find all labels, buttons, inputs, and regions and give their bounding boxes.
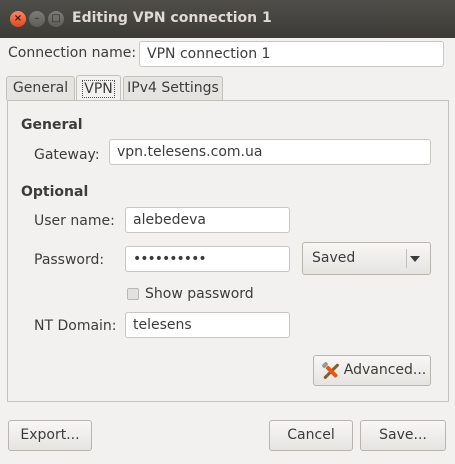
- tab-ipv4-settings[interactable]: IPv4 Settings: [123, 76, 223, 100]
- combo-separator: [406, 249, 407, 268]
- gateway-input[interactable]: vpn.telesens.com.ua: [109, 139, 431, 165]
- connection-name-input[interactable]: VPN connection 1: [139, 41, 444, 67]
- username-input[interactable]: alebedeva: [125, 207, 290, 233]
- chevron-down-icon: [410, 256, 420, 262]
- password-label: Password:: [34, 252, 105, 268]
- connection-name-label: Connection name:: [8, 45, 137, 61]
- window-title: Editing VPN connection 1: [72, 10, 272, 26]
- minimize-icon[interactable]: –: [29, 11, 45, 27]
- show-password-label[interactable]: Show password: [145, 286, 254, 302]
- general-heading: General: [21, 117, 83, 133]
- ntdomain-input[interactable]: telesens: [125, 312, 290, 338]
- ntdomain-label: NT Domain:: [34, 318, 117, 334]
- password-storage-value: Saved: [312, 250, 356, 266]
- maximize-icon[interactable]: □: [48, 11, 64, 27]
- save-button[interactable]: Save...: [360, 420, 446, 451]
- tab-vpn[interactable]: VPN: [76, 75, 121, 101]
- gateway-label: Gateway:: [34, 147, 100, 163]
- vpn-panel: General Gateway: vpn.telesens.com.ua Opt…: [7, 100, 449, 402]
- username-label: User name:: [34, 213, 115, 229]
- password-storage-select[interactable]: Saved: [302, 242, 431, 275]
- title-bar[interactable]: × – □ Editing VPN connection 1: [0, 0, 455, 38]
- tab-vpn-label: VPN: [82, 80, 115, 98]
- cancel-button[interactable]: Cancel: [269, 420, 353, 451]
- tools-icon: [321, 362, 340, 380]
- close-icon[interactable]: ×: [10, 11, 26, 27]
- advanced-button-label: Advanced...: [343, 362, 427, 378]
- optional-heading: Optional: [21, 184, 89, 200]
- password-input[interactable]: ••••••••••: [125, 246, 290, 272]
- advanced-button[interactable]: Advanced...: [313, 355, 431, 386]
- export-button[interactable]: Export...: [8, 420, 92, 451]
- tab-general[interactable]: General: [6, 76, 75, 100]
- dialog-body: Connection name: VPN connection 1 Genera…: [0, 38, 455, 464]
- show-password-checkbox[interactable]: [127, 288, 139, 300]
